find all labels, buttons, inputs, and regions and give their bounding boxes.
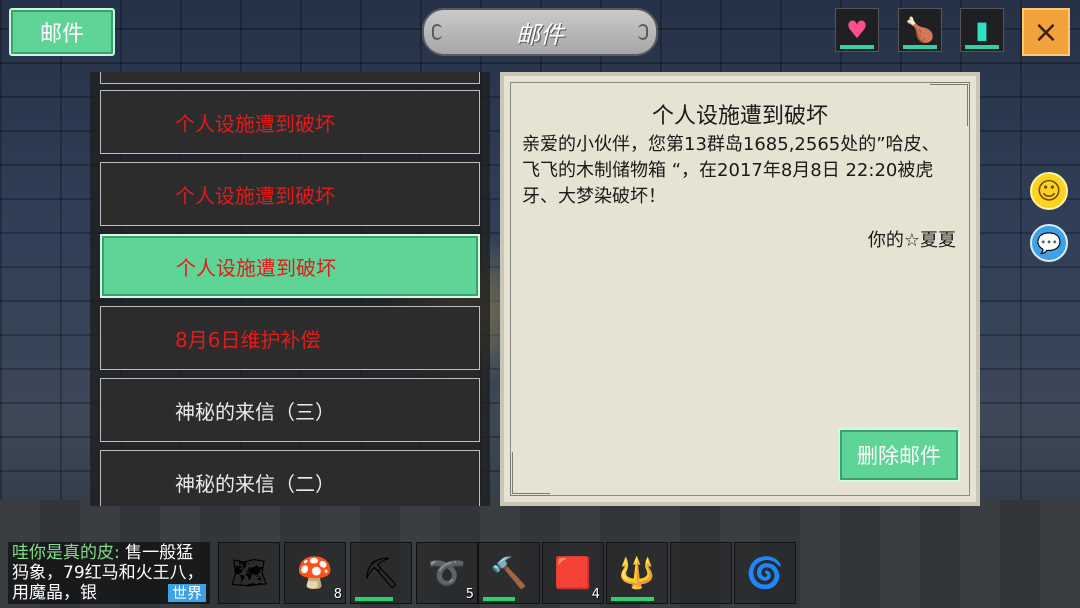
health-status[interactable]: ♥ bbox=[835, 8, 879, 52]
mail-tab-button[interactable]: 邮件 bbox=[9, 8, 115, 56]
mail-list[interactable]: 个人设施遭到破坏 个人设施遭到破坏 个人设施遭到破坏 8月6日维护补偿 神秘的来信（三）… bbox=[90, 72, 490, 506]
mail-item-label: 个人设施遭到破坏 bbox=[176, 255, 336, 280]
chat-button[interactable]: 💬 bbox=[1030, 224, 1068, 262]
leather-icon: 🟥 bbox=[554, 555, 592, 591]
pickaxe-icon: ⛏ bbox=[361, 555, 401, 591]
mail-subject: 个人设施遭到破坏 bbox=[651, 104, 828, 129]
mail-detail-panel: 个人设施遭到破坏 亲爱的小伙伴，您第13群岛1685,2565处的”哈皮、飞飞的… bbox=[500, 72, 980, 506]
smiley-icon: ☺ bbox=[1036, 177, 1062, 205]
staff-icon: 🔱 bbox=[618, 555, 656, 591]
mail-list-item[interactable]: 神秘的来信（二） bbox=[100, 450, 480, 506]
close-icon: × bbox=[1033, 14, 1059, 50]
hunger-status[interactable]: 🍗 bbox=[898, 8, 942, 52]
chat-speaker: 哇你是真的皮: bbox=[12, 543, 120, 563]
hunger-bar bbox=[903, 45, 937, 49]
mail-list-item[interactable]: 8月6日维护补偿 bbox=[100, 306, 480, 370]
item-count: 4 bbox=[591, 587, 600, 602]
mail-signature: 你的☆夏夏 bbox=[867, 230, 956, 251]
chat-channel-tag[interactable]: 世界 bbox=[167, 584, 206, 602]
thirst-bar bbox=[965, 45, 999, 49]
mail-list-item[interactable]: 神秘的来信（三） bbox=[100, 378, 480, 442]
slot-mushroom[interactable]: 🍄 8 bbox=[284, 542, 346, 604]
mail-list-item[interactable]: 个人设施遭到破坏 bbox=[100, 162, 480, 226]
slot-staff[interactable]: 🔱 bbox=[606, 542, 668, 604]
health-bar bbox=[840, 45, 874, 49]
slot-leather[interactable]: 🟥 4 bbox=[542, 542, 604, 604]
water-icon: ▮ bbox=[975, 16, 989, 44]
slot-pickaxe[interactable]: ⛏ bbox=[350, 542, 412, 604]
item-count: 5 bbox=[465, 587, 474, 602]
slot-map[interactable]: 🗺 bbox=[218, 542, 280, 604]
slot-rope[interactable]: ➰ 5 bbox=[416, 542, 478, 604]
slot-hammer[interactable]: 🔨 bbox=[478, 542, 540, 604]
delete-mail-button[interactable]: 删除邮件 bbox=[838, 428, 960, 482]
chat-box[interactable]: 哇你是真的皮: 售一般猛犸象，79红马和火王八，用魔晶，银 世界 bbox=[8, 542, 210, 604]
durability-bar bbox=[611, 597, 654, 601]
slot-empty[interactable] bbox=[670, 542, 732, 604]
mushroom-icon: 🍄 bbox=[296, 555, 334, 591]
durability-bar bbox=[483, 597, 515, 601]
mail-item-label: 个人设施遭到破坏 bbox=[175, 183, 335, 208]
durability-bar bbox=[355, 597, 393, 601]
hammer-icon: 🔨 bbox=[490, 555, 528, 591]
mail-list-item[interactable]: 个人设施遭到破坏 bbox=[100, 90, 480, 154]
mail-list-item[interactable]: 个人设施遭到破坏 bbox=[100, 234, 480, 298]
mail-list-item-partial[interactable] bbox=[100, 72, 480, 84]
heart-icon: ♥ bbox=[846, 16, 868, 44]
rope-icon: ➰ bbox=[428, 555, 466, 591]
slot-orb[interactable]: 🌀 bbox=[734, 542, 796, 604]
page-title: 邮件 bbox=[516, 20, 564, 49]
mail-item-label: 神秘的来信（二） bbox=[175, 471, 335, 496]
mail-title-plate: 邮件 bbox=[422, 8, 658, 56]
mail-body: 亲爱的小伙伴，您第13群岛1685,2565处的”哈皮、飞飞的木制储物箱 “，在… bbox=[522, 134, 940, 207]
item-count: 8 bbox=[333, 587, 342, 602]
mail-item-label: 8月6日维护补偿 bbox=[175, 327, 321, 352]
mail-item-label: 个人设施遭到破坏 bbox=[175, 111, 335, 136]
plate-ornament-left bbox=[432, 24, 442, 40]
corner-ornament bbox=[510, 452, 550, 496]
map-icon: 🗺 bbox=[229, 555, 269, 591]
food-icon: 🍗 bbox=[905, 16, 935, 44]
mail-item-label: 神秘的来信（三） bbox=[175, 399, 335, 424]
plate-ornament-right bbox=[638, 24, 648, 40]
emoji-button[interactable]: ☺ bbox=[1030, 172, 1068, 210]
thirst-status[interactable]: ▮ bbox=[960, 8, 1004, 52]
chat-bubble-icon: 💬 bbox=[1036, 231, 1062, 255]
orb-icon: 🌀 bbox=[746, 555, 784, 591]
close-button[interactable]: × bbox=[1022, 8, 1070, 56]
